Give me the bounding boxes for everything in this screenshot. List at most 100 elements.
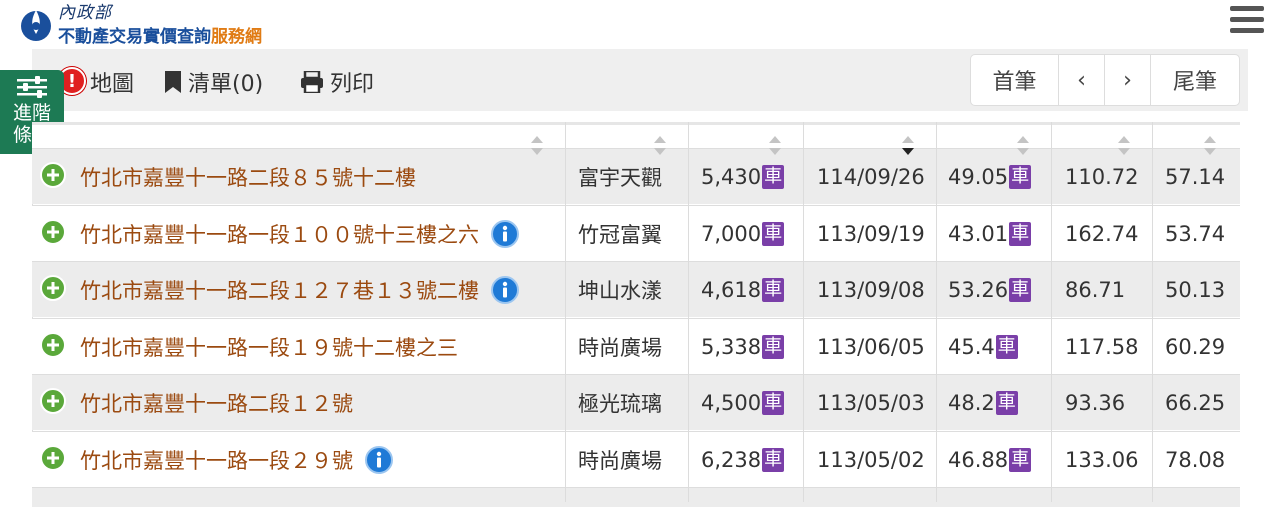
table-row[interactable]: 竹北市嘉豐十一路一段１９號十二樓之三 時尚廣場 5,338 車 113/06/05 45.…: [32, 317, 1240, 375]
header-divider: [936, 122, 937, 148]
unit-price-cell: 117.58: [1065, 319, 1138, 375]
community-cell: 坤山水漾: [578, 262, 662, 318]
parking-badge: 車: [1009, 165, 1032, 189]
advanced-filter-line1: 進階: [12, 102, 51, 124]
unit-price-cell-text: 93.36: [1065, 391, 1126, 415]
sort-arrows-icon[interactable]: [1203, 135, 1217, 157]
site-title-accent: 服務網: [211, 27, 262, 47]
sort-arrows-icon[interactable]: [1117, 135, 1131, 157]
unit-price-cell-text: 162.74: [1065, 221, 1139, 246]
area-cell-text: 45.4: [948, 334, 995, 359]
date-cell-text: 114/09/26: [817, 165, 925, 189]
prev-page-button[interactable]: ‹: [1059, 55, 1105, 105]
expand-plus-icon[interactable]: [40, 388, 66, 414]
price-cell-text: 4,500: [701, 391, 762, 415]
bookmark-icon: [165, 71, 181, 93]
unit-price-cell: 93.36: [1065, 375, 1125, 431]
site-header: 內政部 不動產交易實價查詢服務網: [0, 0, 1280, 47]
address-cell[interactable]: 竹北市嘉豐十一路一段２９號: [80, 432, 393, 488]
expand-plus-icon[interactable]: [40, 444, 66, 471]
table-header-row: [32, 122, 1240, 148]
address-cell-text: 竹北市嘉豐十一路一段１００號十三樓之六: [80, 222, 479, 247]
address-cell-text: 竹北市嘉豐十一路二段１２７巷１３號二樓: [80, 279, 479, 303]
price-cell-text: 5,338: [701, 334, 762, 359]
info-icon[interactable]: [491, 219, 519, 248]
expand-plus-icon[interactable]: [40, 218, 66, 245]
header-divider: [1152, 122, 1153, 148]
address-cell-text: 竹北市嘉豐十一路一段１９號十二樓之三: [80, 335, 458, 360]
next-page-button[interactable]: ›: [1105, 55, 1151, 105]
date-cell: 113/06/05: [817, 319, 925, 375]
list-button[interactable]: 清單(0): [164, 66, 263, 98]
unit-price-cell-text: 86.71: [1065, 278, 1126, 302]
unit-price-cell: 86.71: [1065, 262, 1125, 318]
community-cell: 富宇天觀: [578, 149, 662, 205]
sort-arrows-icon[interactable]: [653, 135, 667, 157]
sort-arrows-icon[interactable]: [1016, 135, 1030, 157]
table-row[interactable]: [32, 487, 1240, 507]
first-page-button[interactable]: 首筆: [971, 55, 1059, 105]
unit-price-cell-text: 133.06: [1065, 447, 1139, 472]
parking-badge: 車: [762, 165, 785, 189]
table-row[interactable]: 竹北市嘉豐十一路一段１００號十三樓之六 竹冠富翼 7,000 車 113/09/19 43…: [32, 204, 1240, 262]
ministry-logo-icon[interactable]: [18, 4, 54, 42]
parking-badge: 車: [762, 221, 785, 246]
printer-icon: [301, 71, 323, 93]
list-label: 清單(0): [188, 72, 264, 97]
print-button[interactable]: 列印: [300, 66, 374, 98]
community-cell-text: 時尚廣場: [578, 335, 662, 360]
info-icon[interactable]: [365, 445, 393, 474]
header-divider: [688, 122, 689, 148]
ratio-cell: 78.08: [1165, 432, 1225, 488]
parking-badge: 車: [1009, 278, 1032, 302]
table-row[interactable]: 竹北市嘉豐十一路二段１２７巷１３號二樓 坤山水漾 4,618 車 113/09/08 53…: [32, 261, 1240, 317]
ministry-name: 內政部: [58, 3, 112, 23]
area-cell: 45.4 車: [948, 319, 1018, 375]
ratio-cell: 66.25: [1165, 375, 1225, 431]
map-button[interactable]: 地圖: [90, 66, 134, 98]
address-cell[interactable]: 竹北市嘉豐十一路二段１２號: [80, 375, 353, 431]
date-cell-text: 113/05/03: [817, 391, 925, 415]
area-cell: 43.01 車: [948, 206, 1032, 262]
hamburger-menu-icon[interactable]: [1230, 6, 1264, 36]
community-cell: 時尚廣場: [578, 319, 662, 375]
sort-arrows-icon[interactable]: [901, 135, 915, 157]
header-divider: [565, 122, 566, 148]
address-cell[interactable]: 竹北市嘉豐十一路二段８５號十二樓: [80, 149, 416, 205]
sort-arrows-icon[interactable]: [530, 135, 544, 157]
price-cell: 4,500 車: [701, 375, 785, 431]
unit-price-cell: 162.74: [1065, 206, 1138, 262]
table-row[interactable]: 竹北市嘉豐十一路二段８５號十二樓 富宇天觀 5,430 車 114/09/26 49.05…: [32, 148, 1240, 204]
table-row[interactable]: 竹北市嘉豐十一路二段１２號 極光琉璃 4,500 車 113/05/03 48.2 車 93.…: [32, 374, 1240, 430]
area-cell-text: 43.01: [948, 221, 1009, 246]
address-cell[interactable]: 竹北市嘉豐十一路二段１２７巷１３號二樓: [80, 262, 519, 318]
community-cell-text: 極光琉璃: [578, 392, 662, 416]
area-cell-text: 46.88: [948, 447, 1009, 472]
price-cell-text: 5,430: [701, 165, 762, 189]
community-cell-text: 富宇天觀: [578, 166, 662, 190]
ratio-cell: 60.29: [1165, 319, 1225, 375]
expand-plus-icon[interactable]: [40, 275, 66, 301]
column-divider: [688, 122, 689, 502]
header-divider: [1051, 122, 1052, 148]
column-divider: [1152, 122, 1153, 502]
parking-badge: 車: [995, 334, 1018, 359]
address-cell[interactable]: 竹北市嘉豐十一路一段１００號十三樓之六: [80, 206, 519, 262]
sort-arrows-icon[interactable]: [768, 135, 782, 157]
info-icon[interactable]: [491, 276, 519, 304]
expand-plus-icon[interactable]: [40, 331, 66, 358]
price-cell: 5,338 車: [701, 319, 785, 375]
expand-plus-icon[interactable]: [40, 162, 66, 188]
site-title-main: 不動產交易實價查詢: [58, 27, 211, 47]
last-page-button[interactable]: 尾筆: [1151, 55, 1239, 105]
site-title[interactable]: 不動產交易實價查詢服務網: [58, 22, 262, 47]
ratio-cell-text: 53.74: [1165, 221, 1226, 246]
table-row[interactable]: 竹北市嘉豐十一路一段２９號 時尚廣場 6,238 車 113/05/02 46.88 車 13…: [32, 430, 1240, 488]
area-cell: 53.26 車: [948, 262, 1032, 318]
address-cell-text: 竹北市嘉豐十一路一段２９號: [80, 448, 353, 473]
price-cell-text: 4,618: [701, 278, 762, 302]
community-cell-text: 時尚廣場: [578, 448, 662, 473]
unit-price-cell-text: 117.58: [1065, 334, 1139, 359]
address-cell[interactable]: 竹北市嘉豐十一路一段１９號十二樓之三: [80, 319, 458, 375]
column-divider: [565, 122, 566, 502]
